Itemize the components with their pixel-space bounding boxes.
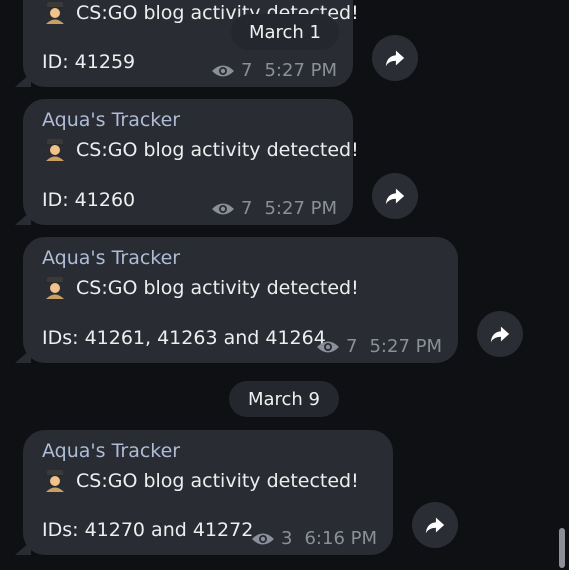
message-feed: CS:GO blog activity detected! ID: 41259 … (0, 0, 569, 570)
message-meta: 3 6:16 PM (251, 528, 377, 549)
message-time: 5:27 PM (264, 60, 337, 81)
forward-button[interactable] (412, 502, 458, 548)
message-ids: ID: 41259 (42, 51, 136, 73)
eye-icon (317, 341, 340, 352)
sender-name[interactable]: Aqua's Tracker (42, 247, 180, 269)
message-time: 6:16 PM (304, 528, 377, 549)
detective-emoji (44, 139, 66, 161)
eye-icon (212, 203, 235, 214)
share-arrow-icon (385, 188, 405, 205)
message-ids: IDs: 41261, 41263 and 41264 (42, 327, 326, 349)
sender-name[interactable]: Aqua's Tracker (42, 109, 180, 131)
share-arrow-icon (385, 50, 405, 67)
message-ids: IDs: 41270 and 41272 (42, 519, 254, 541)
share-arrow-icon (490, 326, 510, 343)
date-separator: March 1 (231, 14, 339, 50)
message-bubble[interactable]: Aqua's Tracker CS:GO blog activity detec… (23, 430, 393, 555)
scrollbar[interactable] (559, 6, 565, 568)
view-count: 7 (241, 60, 253, 81)
scrollbar-thumb[interactable] (559, 528, 565, 568)
detective-emoji (44, 470, 66, 492)
message-meta: 7 5:27 PM (211, 198, 337, 219)
forward-button[interactable] (372, 173, 418, 219)
message-meta: 7 5:27 PM (316, 336, 442, 357)
detective-emoji (44, 2, 66, 24)
message-text: CS:GO blog activity detected! (42, 275, 359, 299)
message-text: CS:GO blog activity detected! (42, 137, 359, 161)
message-ids: ID: 41260 (42, 189, 136, 211)
forward-button[interactable] (477, 311, 523, 357)
eye-icon (252, 533, 275, 544)
detective-emoji (44, 277, 66, 299)
sender-name[interactable]: Aqua's Tracker (42, 440, 180, 462)
view-count: 7 (241, 198, 253, 219)
message-time: 5:27 PM (264, 198, 337, 219)
date-separator: March 9 (229, 381, 339, 417)
message-text: CS:GO blog activity detected! (42, 468, 359, 492)
forward-button[interactable] (372, 35, 418, 81)
message-bubble[interactable]: Aqua's Tracker CS:GO blog activity detec… (23, 237, 458, 363)
message-meta: 7 5:27 PM (211, 60, 337, 81)
eye-icon (212, 65, 235, 76)
message-bubble[interactable]: Aqua's Tracker CS:GO blog activity detec… (23, 99, 359, 225)
share-arrow-icon (425, 517, 445, 534)
view-count: 3 (281, 528, 293, 549)
view-count: 7 (346, 336, 358, 357)
message-time: 5:27 PM (369, 336, 442, 357)
